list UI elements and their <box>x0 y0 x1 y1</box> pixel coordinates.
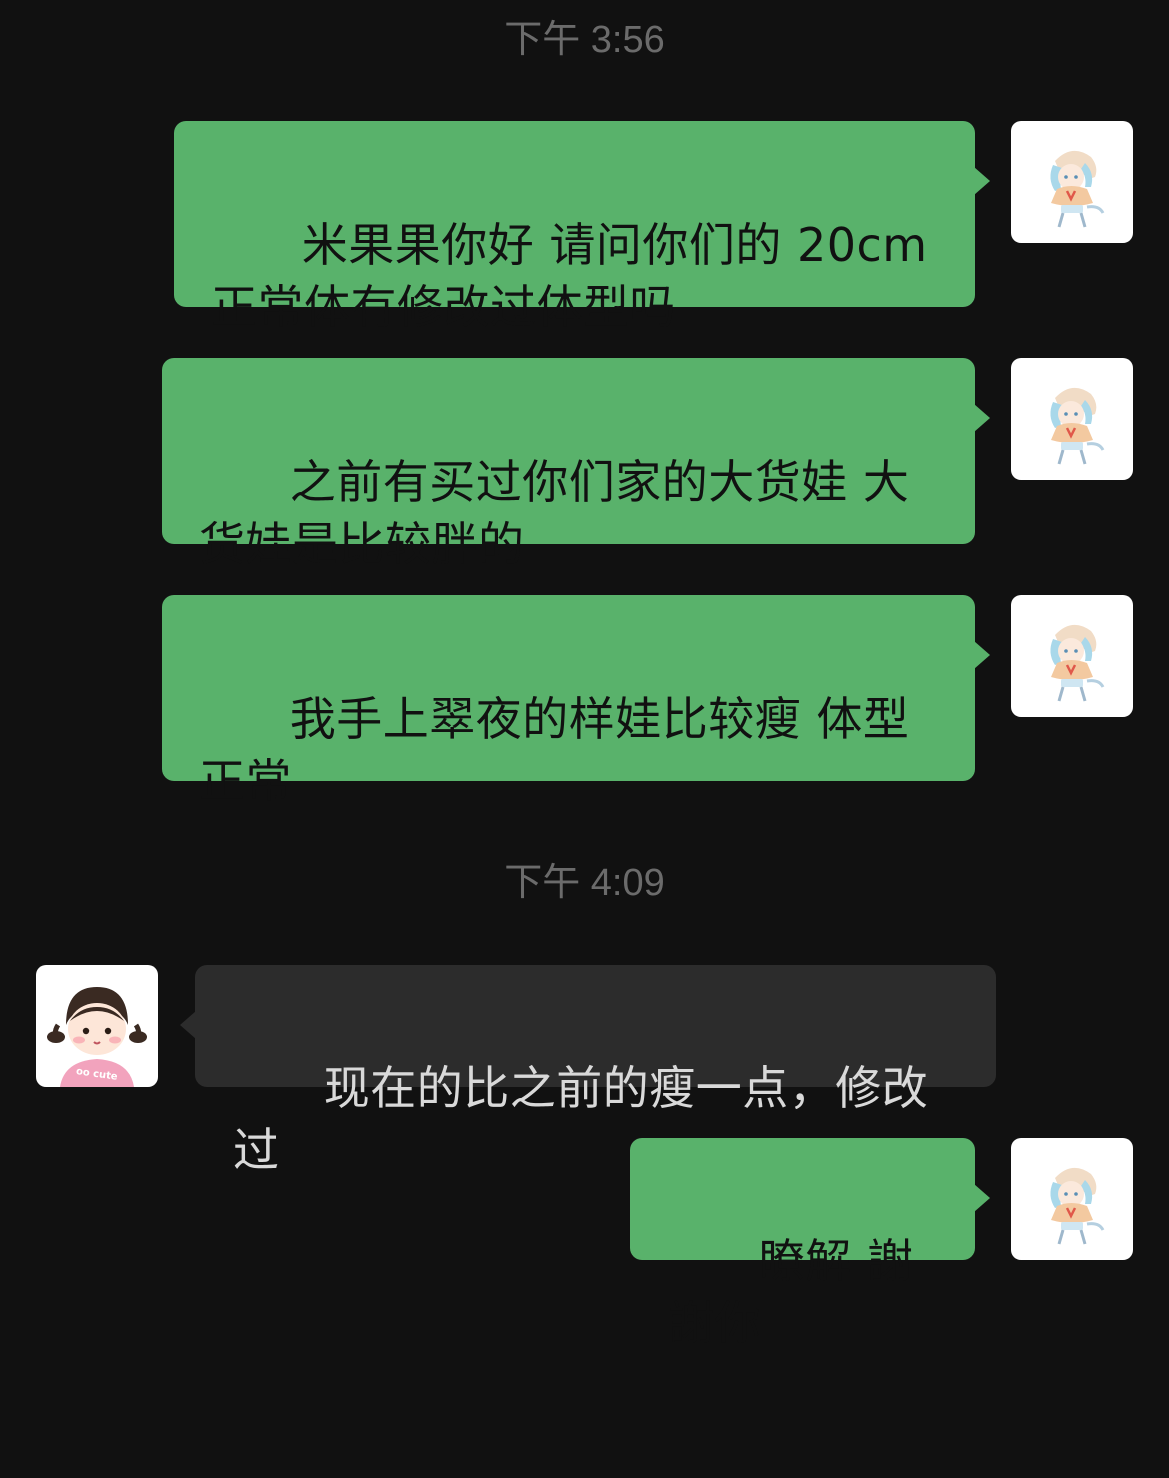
bubble-tail <box>974 1184 990 1212</box>
timestamp: 下午 3:56 <box>504 19 665 61</box>
cute-girl-avatar-icon: oo cute <box>47 987 147 1087</box>
timestamp: 下午 4:09 <box>504 862 665 904</box>
anime-doll-avatar-icon <box>1050 150 1105 228</box>
bubble-tail <box>974 641 990 669</box>
message-text: 我手上翠夜的样娃比较瘦 体型正常 <box>199 692 910 808</box>
anime-doll-avatar-icon <box>1050 624 1105 702</box>
anime-doll-avatar-icon <box>1050 1167 1105 1245</box>
message-text: 米果果你好 请问你们的 20cm 正常体有修改过体型吗 <box>211 218 943 334</box>
message-bubble[interactable]: 米果果你好 请问你们的 20cm 正常体有修改过体型吗 <box>174 121 990 334</box>
contact-avatar[interactable]: oo cute <box>36 965 158 1087</box>
bubble-tail <box>180 1011 196 1039</box>
bubble-tail <box>974 167 990 195</box>
message-bubble[interactable]: 瞭解 謝謝你 <box>630 1138 990 1350</box>
message-text: 瞭解 謝謝你 <box>668 1234 914 1350</box>
anime-doll-avatar-icon <box>1050 387 1105 465</box>
message-text: 之前有买过你们家的大货娃 大货娃是比较胖的 <box>199 455 910 571</box>
bubble-tail <box>974 404 990 432</box>
self-avatar[interactable] <box>1011 595 1133 717</box>
message-bubble[interactable]: 现在的比之前的瘦一点，修改过 <box>180 965 996 1177</box>
message-bubble[interactable]: 我手上翠夜的样娃比较瘦 体型正常 <box>162 595 990 808</box>
self-avatar[interactable] <box>1011 1138 1133 1260</box>
self-avatar[interactable] <box>1011 121 1133 243</box>
message-bubble[interactable]: 之前有买过你们家的大货娃 大货娃是比较胖的 <box>162 358 990 571</box>
chat-view: 下午 3:56 米果果你好 请问你们的 20cm 正常体有修改过体型吗 之前有买… <box>0 0 1169 1350</box>
self-avatar[interactable] <box>1011 358 1133 480</box>
